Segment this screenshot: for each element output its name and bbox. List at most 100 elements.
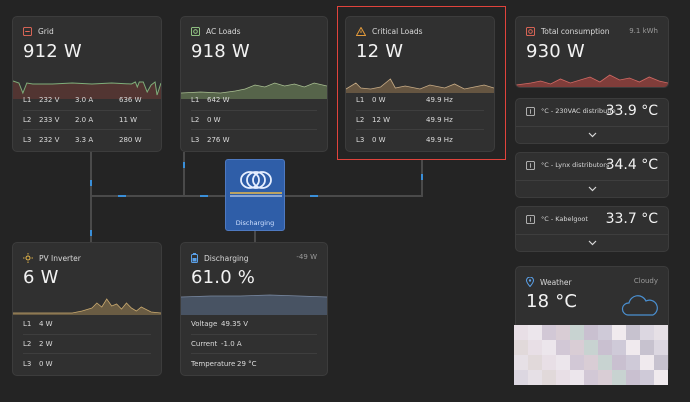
blur-pixel <box>542 325 556 340</box>
blur-pixel <box>556 355 570 370</box>
blur-pixel <box>542 355 556 370</box>
blur-pixel <box>612 370 626 385</box>
blur-pixel <box>542 370 556 385</box>
blur-pixel <box>584 340 598 355</box>
temperature-label: °C - Lynx distributors <box>541 161 610 169</box>
blur-pixel <box>514 355 528 370</box>
inverter-logo <box>230 171 282 197</box>
grid-power-value: 912 W <box>23 41 82 62</box>
inverter-node[interactable]: Discharging <box>225 159 285 231</box>
blur-pixel <box>654 340 668 355</box>
battery-power: -49 W <box>296 253 317 261</box>
thermometer-icon <box>526 215 535 224</box>
cloud-icon <box>621 295 658 316</box>
grid-card[interactable]: Grid 912 W L1 232 V 3.0 A 636 W L2 233 V 2.0 … <box>12 16 162 152</box>
flow-dot <box>421 174 423 180</box>
battery-icon <box>191 253 198 263</box>
selection-highlight <box>337 6 506 160</box>
blurred-area <box>514 325 668 385</box>
flow-dot <box>90 230 92 236</box>
card-title: Discharging <box>204 253 249 263</box>
blur-pixel <box>626 355 640 370</box>
blur-pixel <box>528 325 542 340</box>
blur-pixel <box>654 370 668 385</box>
pv-sparkline <box>13 298 161 315</box>
blur-pixel <box>528 340 542 355</box>
blur-pixel <box>640 325 654 340</box>
blur-pixel <box>556 340 570 355</box>
total-consumption-value: 930 W <box>526 41 585 62</box>
grid-row: L1 232 V 3.0 A 636 W <box>23 91 151 111</box>
blur-pixel <box>528 370 542 385</box>
temperature-card-1[interactable]: °C - 230VAC distributie 33.9 °C <box>515 98 669 144</box>
temperature-value: 34.4 °C <box>605 157 658 173</box>
thermometer-icon <box>526 161 535 170</box>
ac-loads-card[interactable]: AC Loads 918 W L1 642 W L2 0 W L3 276 W <box>180 16 328 152</box>
battery-sparkline <box>181 294 327 315</box>
connector-right-horizontal <box>285 195 422 197</box>
blur-pixel <box>626 340 640 355</box>
total-consumption-sparkline <box>516 74 668 87</box>
blur-pixel <box>598 370 612 385</box>
ac-loads-row: L2 0 W <box>191 111 317 130</box>
blur-pixel <box>584 325 598 340</box>
temperature-label: °C - 230VAC distributie <box>541 107 616 115</box>
battery-soc-value: 61.0 % <box>191 267 256 288</box>
flow-dot <box>310 195 318 197</box>
blur-pixel <box>556 370 570 385</box>
weather-condition: Cloudy <box>633 277 658 285</box>
temperature-card-2[interactable]: °C - Lynx distributors 34.4 °C <box>515 152 669 198</box>
battery-card[interactable]: Discharging -49 W 61.0 % Voltage 49.35 V … <box>180 242 328 376</box>
blur-pixel <box>612 325 626 340</box>
blur-pixel <box>584 370 598 385</box>
connector-grid-down <box>90 152 92 242</box>
card-title: Weather <box>540 277 572 287</box>
blur-pixel <box>528 355 542 370</box>
card-title: Total consumption <box>541 27 610 36</box>
ac-loads-icon <box>191 27 200 36</box>
card-title: PV Inverter <box>39 253 81 263</box>
blur-pixel <box>598 325 612 340</box>
temperature-card-3[interactable]: °C - Kabelgoot 33.7 °C <box>515 206 669 252</box>
sun-icon <box>23 253 33 263</box>
temperature-label: °C - Kabelgoot <box>541 215 588 223</box>
chevron-down-icon <box>588 240 596 246</box>
blur-pixel <box>570 355 584 370</box>
blur-pixel <box>514 340 528 355</box>
ac-loads-power-value: 918 W <box>191 41 250 62</box>
flow-dot <box>183 162 185 168</box>
battery-row: Voltage 49.35 V <box>191 315 317 335</box>
pv-inverter-card[interactable]: PV Inverter 6 W L1 4 W L2 2 W L3 0 W <box>12 242 162 376</box>
connector-ac-down <box>183 152 185 197</box>
blur-pixel <box>542 340 556 355</box>
battery-row: Temperature 29 °C <box>191 359 257 368</box>
energy-total: 9.1 kWh <box>629 27 658 35</box>
total-consumption-icon <box>526 27 535 36</box>
temperature-value: 33.7 °C <box>605 211 658 227</box>
blur-pixel <box>584 355 598 370</box>
blur-pixel <box>514 370 528 385</box>
flow-dot <box>118 195 126 197</box>
blur-pixel <box>640 370 654 385</box>
blur-pixel <box>654 325 668 340</box>
blur-pixel <box>556 325 570 340</box>
expand-button[interactable] <box>516 126 668 143</box>
ac-loads-row: L1 642 W <box>191 91 317 111</box>
expand-button[interactable] <box>516 180 668 197</box>
blur-pixel <box>640 355 654 370</box>
blur-pixel <box>626 370 640 385</box>
flow-dot <box>90 180 92 186</box>
grid-row: L2 233 V 2.0 A 11 W <box>23 111 151 130</box>
grid-icon <box>23 27 32 36</box>
thermometer-icon <box>526 107 535 116</box>
battery-row: Current -1.0 A <box>191 335 317 354</box>
blur-pixel <box>570 370 584 385</box>
expand-button[interactable] <box>516 234 668 251</box>
blur-pixel <box>626 325 640 340</box>
blur-pixel <box>612 355 626 370</box>
pv-row: L1 4 W <box>23 315 151 335</box>
blur-pixel <box>612 340 626 355</box>
temperature-value: 33.9 °C <box>605 103 658 119</box>
total-consumption-card[interactable]: Total consumption 9.1 kWh 930 W <box>515 16 669 88</box>
blur-pixel <box>654 355 668 370</box>
